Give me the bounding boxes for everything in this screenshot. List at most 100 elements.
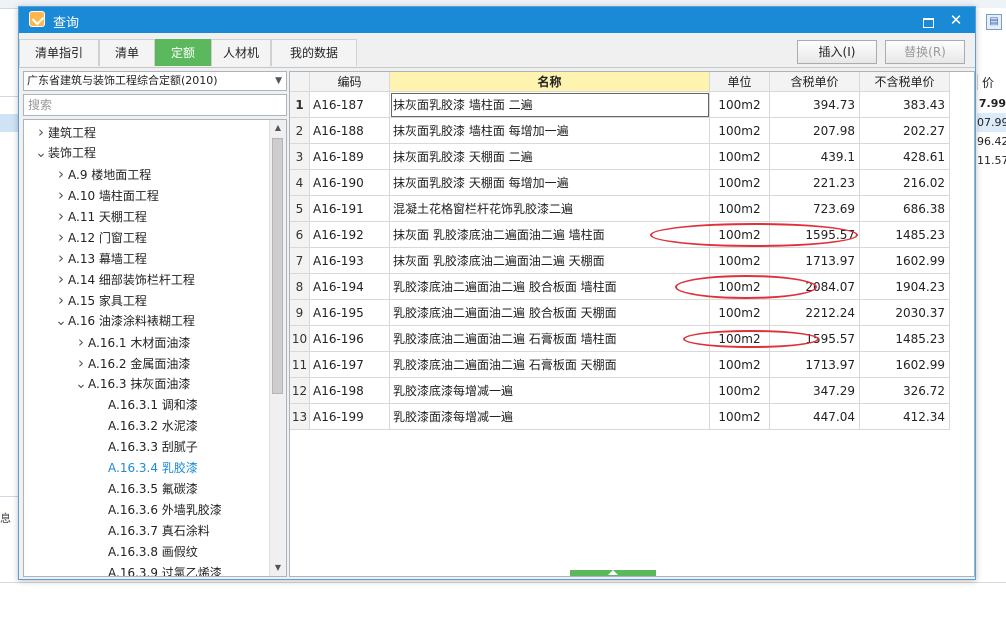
code-cell[interactable]: A16-190 <box>310 170 390 196</box>
price-tax-cell[interactable]: 1595.57 <box>770 222 860 248</box>
unit-cell[interactable]: 100m2 <box>710 170 770 196</box>
name-cell[interactable]: 乳胶漆底油二遍面油二遍 石膏板面 天棚面 <box>390 352 710 378</box>
name-cell[interactable]: 抹灰面乳胶漆 天棚面 每增加一遍 <box>390 170 710 196</box>
close-icon[interactable]: ✕ <box>945 10 967 30</box>
chevron-right-icon[interactable]: › <box>74 332 88 353</box>
price-notax-cell[interactable]: 1904.23 <box>860 274 950 300</box>
unit-cell[interactable]: 100m2 <box>710 222 770 248</box>
code-cell[interactable]: A16-192 <box>310 222 390 248</box>
unit-cell[interactable]: 100m2 <box>710 248 770 274</box>
price-notax-cell[interactable]: 2030.37 <box>860 300 950 326</box>
name-cell[interactable]: 乳胶漆底漆每增减一遍 <box>390 378 710 404</box>
name-cell[interactable]: 抹灰面 乳胶漆底油二遍面油二遍 天棚面 <box>390 248 710 274</box>
unit-cell[interactable]: 100m2 <box>710 196 770 222</box>
chevron-right-icon[interactable]: › <box>54 248 68 269</box>
tab-bill[interactable]: 清单 <box>99 39 155 66</box>
price-tax-cell[interactable]: 723.69 <box>770 196 860 222</box>
price-tax-cell[interactable]: 1713.97 <box>770 248 860 274</box>
chevron-right-icon[interactable]: › <box>34 122 48 143</box>
unit-cell[interactable]: 100m2 <box>710 144 770 170</box>
chevron-down-icon[interactable]: ⌄ <box>34 143 48 164</box>
code-cell[interactable]: A16-194 <box>310 274 390 300</box>
tree-item[interactable]: A.16.3.3 刮腻子 <box>94 437 198 458</box>
tree-item[interactable]: ⌄装饰工程 <box>34 143 96 164</box>
quota-library-select[interactable]: 广东省建筑与装饰工程综合定额(2010) ▼ <box>23 71 287 91</box>
price-tax-cell[interactable]: 207.98 <box>770 118 860 144</box>
chevron-right-icon[interactable]: › <box>54 164 68 185</box>
code-cell[interactable]: A16-197 <box>310 352 390 378</box>
price-tax-cell[interactable]: 2084.07 <box>770 274 860 300</box>
tab-my-data[interactable]: 我的数据 <box>271 39 357 66</box>
code-cell[interactable]: A16-198 <box>310 378 390 404</box>
name-cell[interactable]: 乳胶漆面漆每增减一遍 <box>390 404 710 430</box>
scroll-up-icon[interactable]: ▲ <box>270 120 286 136</box>
unit-cell[interactable]: 100m2 <box>710 352 770 378</box>
price-tax-cell[interactable]: 347.29 <box>770 378 860 404</box>
tree-item[interactable]: › A.13 幕墙工程 <box>54 248 147 269</box>
price-notax-cell[interactable]: 383.43 <box>860 92 950 118</box>
row-number[interactable]: 10 <box>290 326 310 352</box>
unit-cell[interactable]: 100m2 <box>710 378 770 404</box>
price-tax-cell[interactable]: 221.23 <box>770 170 860 196</box>
row-number[interactable]: 11 <box>290 352 310 378</box>
tab-labor-material[interactable]: 人材机 <box>211 39 271 66</box>
replace-button[interactable]: 替换(R) <box>885 40 965 64</box>
chevron-right-icon[interactable]: › <box>54 185 68 206</box>
tree-item[interactable]: A.16.3.1 调和漆 <box>94 395 198 416</box>
tree-item[interactable]: › A.14 细部装饰栏杆工程 <box>54 269 195 290</box>
name-cell[interactable]: 抹灰面乳胶漆 天棚面 二遍 <box>390 144 710 170</box>
tree-item[interactable]: › A.10 墙柱面工程 <box>54 185 159 206</box>
row-number[interactable]: 12 <box>290 378 310 404</box>
search-input[interactable] <box>23 94 287 116</box>
price-tax-cell[interactable]: 2212.24 <box>770 300 860 326</box>
name-cell[interactable]: 乳胶漆底油二遍面油二遍 胶合板面 天棚面 <box>390 300 710 326</box>
tree-item[interactable]: › A.16.2 金属面油漆 <box>74 353 190 374</box>
name-cell[interactable]: 抹灰面乳胶漆 墙柱面 每增加一遍 <box>390 118 710 144</box>
scroll-thumb[interactable] <box>272 138 283 394</box>
unit-cell[interactable]: 100m2 <box>710 118 770 144</box>
chevron-right-icon[interactable]: › <box>54 269 68 290</box>
chevron-down-icon[interactable]: ⌄ <box>54 311 68 332</box>
row-number[interactable]: 4 <box>290 170 310 196</box>
tree-item[interactable]: › A.15 家具工程 <box>54 290 147 311</box>
name-cell[interactable]: 抹灰面乳胶漆 墙柱面 二遍 <box>390 92 710 118</box>
chevron-right-icon[interactable]: › <box>54 206 68 227</box>
chevron-right-icon[interactable]: › <box>74 353 88 374</box>
row-number[interactable]: 13 <box>290 404 310 430</box>
price-notax-cell[interactable]: 1602.99 <box>860 352 950 378</box>
tree-item[interactable]: › A.12 门窗工程 <box>54 227 147 248</box>
row-number[interactable]: 3 <box>290 144 310 170</box>
insert-button[interactable]: 插入(I) <box>797 40 877 64</box>
tree-item[interactable]: ⌄A.16 油漆涂料裱糊工程 <box>54 311 195 332</box>
column-header[interactable]: 含税单价 <box>770 72 860 92</box>
code-cell[interactable]: A16-195 <box>310 300 390 326</box>
scroll-down-icon[interactable]: ▼ <box>270 560 286 576</box>
minimize-icon[interactable] <box>917 10 939 30</box>
column-header[interactable]: 编码 <box>310 72 390 92</box>
row-number[interactable]: 2 <box>290 118 310 144</box>
price-tax-cell[interactable]: 1595.57 <box>770 326 860 352</box>
chevron-right-icon[interactable]: › <box>54 227 68 248</box>
price-tax-cell[interactable]: 447.04 <box>770 404 860 430</box>
unit-cell[interactable]: 100m2 <box>710 404 770 430</box>
price-notax-cell[interactable]: 412.34 <box>860 404 950 430</box>
price-notax-cell[interactable]: 1485.23 <box>860 326 950 352</box>
tree-item[interactable]: A.16.3.6 外墙乳胶漆 <box>94 500 222 521</box>
tree-item[interactable]: › A.9 楼地面工程 <box>54 164 151 185</box>
tree-item[interactable]: A.16.3.4 乳胶漆 <box>94 458 198 479</box>
code-cell[interactable]: A16-191 <box>310 196 390 222</box>
tree-item[interactable]: A.16.3.9 过氯乙烯漆 <box>94 563 222 576</box>
code-cell[interactable]: A16-188 <box>310 118 390 144</box>
unit-cell[interactable]: 100m2 <box>710 326 770 352</box>
tree-scrollbar[interactable]: ▲ ▼ <box>269 120 286 576</box>
tree-item[interactable]: › A.16.1 木材面油漆 <box>74 332 190 353</box>
column-header[interactable]: 名称 <box>390 72 710 92</box>
price-tax-cell[interactable]: 1713.97 <box>770 352 860 378</box>
code-cell[interactable]: A16-199 <box>310 404 390 430</box>
price-notax-cell[interactable]: 326.72 <box>860 378 950 404</box>
title-bar[interactable]: 查询 ✕ <box>19 7 975 33</box>
column-header[interactable]: 单位 <box>710 72 770 92</box>
panel-splitter[interactable] <box>570 570 656 576</box>
row-number[interactable]: 9 <box>290 300 310 326</box>
price-notax-cell[interactable]: 428.61 <box>860 144 950 170</box>
